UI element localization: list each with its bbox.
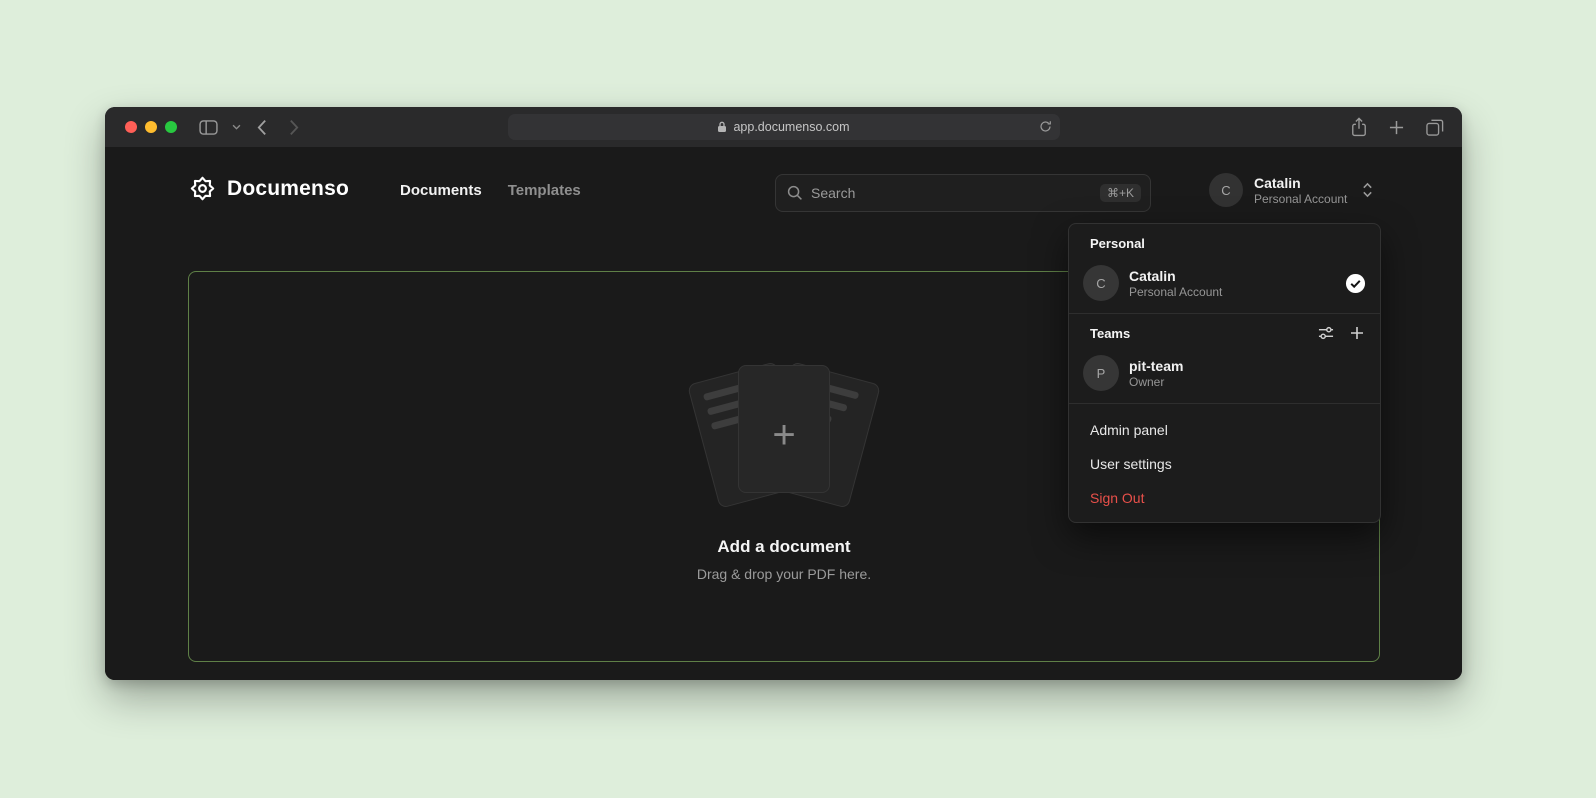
teams-section-label: Teams (1090, 326, 1318, 341)
back-icon[interactable] (257, 119, 267, 136)
personal-account-subtitle: Personal Account (1129, 285, 1335, 300)
close-window-button[interactable] (125, 121, 137, 133)
lock-icon (717, 121, 727, 133)
avatar: C (1209, 173, 1243, 207)
documenso-logo-icon (189, 175, 216, 202)
minimize-window-button[interactable] (145, 121, 157, 133)
sidebar-toggle-icon[interactable] (199, 120, 218, 135)
traffic-lights (125, 121, 177, 133)
search-input[interactable] (811, 185, 1092, 201)
search-icon (787, 185, 803, 201)
account-dropdown-menu: Personal C Catalin Personal Account Team… (1068, 223, 1381, 523)
menu-item-user-settings[interactable]: User settings (1069, 447, 1380, 481)
share-icon[interactable] (1351, 117, 1367, 137)
browser-toolbar: app.documenso.com (105, 107, 1462, 147)
brand[interactable]: Documenso (189, 175, 349, 202)
documents-illustration: + (674, 351, 894, 511)
search-box[interactable]: ⌘+K (775, 174, 1151, 212)
personal-account-name: Catalin (1129, 267, 1335, 285)
app-page: Documenso Documents Templates ⌘+K C Cata… (105, 147, 1462, 680)
nav-documents[interactable]: Documents (400, 182, 482, 199)
tab-overview-icon[interactable] (1426, 119, 1444, 136)
add-team-icon[interactable] (1350, 326, 1364, 340)
browser-window: app.documenso.com (105, 107, 1462, 680)
personal-section-label: Personal (1069, 234, 1380, 260)
selected-check-icon (1345, 273, 1366, 294)
personal-account-item[interactable]: C Catalin Personal Account (1069, 260, 1380, 310)
team-role: Owner (1129, 375, 1366, 390)
url-bar[interactable]: app.documenso.com (508, 114, 1060, 140)
manage-teams-icon[interactable] (1318, 325, 1334, 341)
search-shortcut-badge: ⌘+K (1100, 184, 1141, 202)
chevron-up-down-icon (1362, 181, 1373, 199)
avatar: C (1083, 265, 1119, 301)
menu-item-sign-out[interactable]: Sign Out (1069, 481, 1380, 515)
account-name: Catalin (1254, 175, 1347, 192)
new-tab-icon[interactable] (1389, 120, 1404, 135)
menu-divider (1069, 403, 1380, 404)
menu-item-admin-panel[interactable]: Admin panel (1069, 413, 1380, 447)
team-item[interactable]: P pit-team Owner (1069, 350, 1380, 400)
avatar: P (1083, 355, 1119, 391)
team-name: pit-team (1129, 357, 1366, 375)
refresh-icon[interactable] (1039, 120, 1052, 133)
forward-icon[interactable] (289, 119, 299, 136)
url-text: app.documenso.com (733, 120, 849, 134)
zoom-window-button[interactable] (165, 121, 177, 133)
nav-templates[interactable]: Templates (508, 182, 581, 199)
menu-divider (1069, 313, 1380, 314)
sidebar-chevron-down-icon[interactable] (232, 124, 241, 130)
account-menu-trigger[interactable]: C Catalin Personal Account (1209, 173, 1373, 207)
plus-icon: + (772, 415, 795, 455)
dropzone-title: Add a document (717, 537, 850, 557)
illustration-card-center: + (738, 365, 830, 493)
dropzone-subtitle: Drag & drop your PDF here. (697, 566, 871, 582)
account-subtitle: Personal Account (1254, 192, 1347, 206)
brand-name: Documenso (227, 177, 349, 201)
main-nav: Documents Templates (400, 182, 581, 199)
